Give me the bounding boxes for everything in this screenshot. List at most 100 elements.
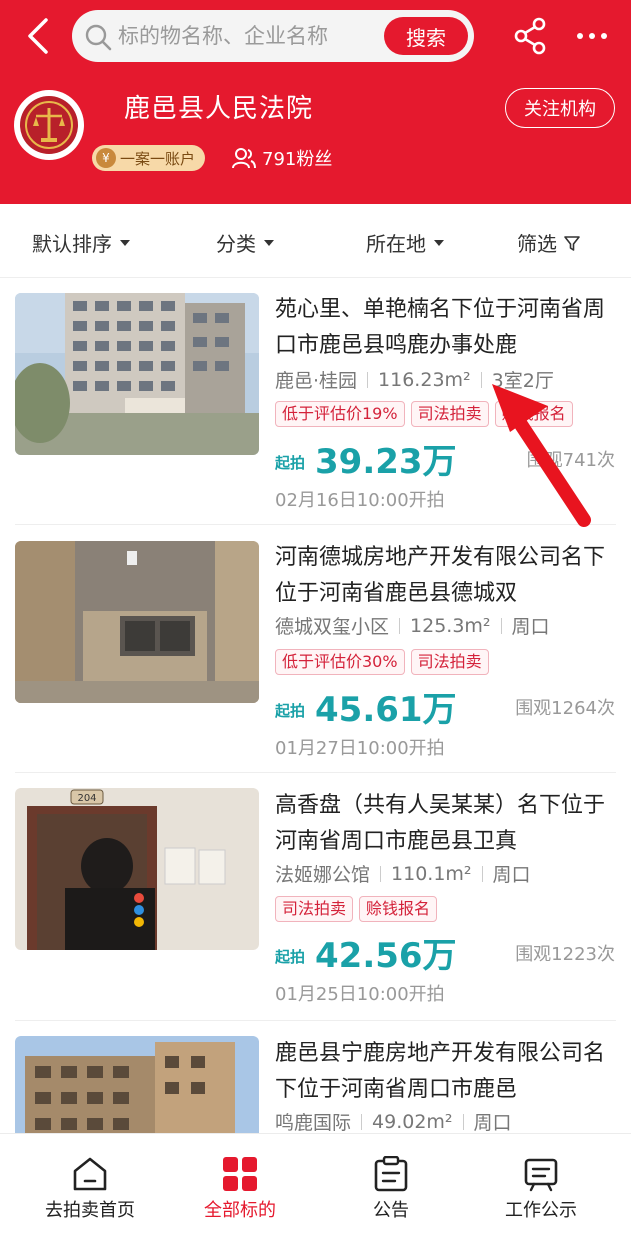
listing-photo-doorway bbox=[15, 541, 259, 703]
price-row: 起拍 39.23万 围观741次 bbox=[275, 434, 615, 482]
follow-button[interactable]: 关注机构 bbox=[505, 88, 615, 128]
tab-label: 工作公示 bbox=[505, 1200, 577, 1221]
start-price: 45.61万 bbox=[315, 690, 457, 730]
separator bbox=[480, 371, 482, 388]
tag-below-valuation: 低于评估价19% bbox=[275, 401, 405, 427]
filter-screen[interactable]: 筛选 bbox=[517, 228, 581, 257]
listing-community: 德城双玺小区 bbox=[275, 616, 390, 638]
tag-credit-signup: 赊钱报名 bbox=[494, 401, 573, 427]
tag-below-valuation: 低于评估价30% bbox=[275, 649, 405, 675]
listing-city: 周口 bbox=[473, 1112, 512, 1133]
filter-sort[interactable]: 默认排序 bbox=[32, 228, 130, 257]
fans-label: 791粉丝 bbox=[262, 149, 333, 170]
listing-layout: 3室2厅 bbox=[491, 370, 554, 392]
listing-area: 125.3m² bbox=[410, 614, 491, 637]
notice-board-icon bbox=[524, 1158, 558, 1192]
user-icon bbox=[232, 148, 256, 169]
tab-work-notices[interactable]: 工作公示 bbox=[466, 1134, 616, 1233]
tag-judicial-auction: 司法拍卖 bbox=[275, 896, 354, 922]
start-label: 起拍 bbox=[275, 948, 306, 966]
divider bbox=[15, 1020, 616, 1021]
separator bbox=[380, 865, 382, 882]
listing-meta: 鸣鹿国际 49.02m² 周口 bbox=[275, 1108, 512, 1134]
listing-card[interactable]: 鹿邑县宁鹿房地产开发有限公司名下位于河南省周口市鹿邑 鸣鹿国际 49.02m² … bbox=[0, 1022, 631, 1133]
listing-meta: 法姬娜公馆 110.1m² 周口 bbox=[275, 860, 531, 887]
yen-coin-icon: ¥ bbox=[96, 148, 116, 168]
listing-photo-apartment bbox=[15, 293, 259, 455]
auction-date: 02月16日10:00开拍 bbox=[275, 490, 445, 511]
listing-tags: 司法拍卖 赊钱报名 bbox=[275, 896, 438, 922]
filter-sort-label: 默认排序 bbox=[32, 232, 112, 256]
start-price: 42.56万 bbox=[315, 936, 457, 976]
dropdown-triangle-icon bbox=[434, 239, 444, 246]
search-input[interactable] bbox=[118, 18, 368, 54]
court-name: 鹿邑县人民法院 bbox=[124, 94, 314, 124]
listing-city: 周口 bbox=[511, 616, 550, 638]
tag-credit-signup: 赊钱报名 bbox=[359, 896, 438, 922]
listing-area: 49.02m² bbox=[372, 1110, 453, 1133]
back-arrow-icon[interactable] bbox=[22, 16, 58, 56]
bottom-tab-bar: 去拍卖首页 全部标的 公告 工作公示 bbox=[0, 1133, 631, 1233]
listing-card[interactable]: 204 高香盘（共有人吴某某）名下位于河南省周口市鹿邑县卫真 法姬娜公馆 110… bbox=[0, 774, 631, 1022]
share-icon[interactable] bbox=[512, 16, 548, 56]
court-emblem-logo bbox=[14, 90, 84, 160]
separator bbox=[367, 371, 369, 388]
tab-announcements[interactable]: 公告 bbox=[316, 1134, 466, 1233]
tab-all-items[interactable]: 全部标的 bbox=[165, 1134, 315, 1233]
listing-tags: 低于评估价19% 司法拍卖 赊钱报名 bbox=[275, 401, 573, 427]
filter-location[interactable]: 所在地 bbox=[366, 228, 444, 257]
start-price: 39.23万 bbox=[315, 442, 457, 482]
funnel-icon bbox=[564, 235, 580, 251]
more-options-icon[interactable] bbox=[572, 18, 612, 54]
auction-date: 01月27日10:00开拍 bbox=[275, 738, 445, 759]
filter-location-label: 所在地 bbox=[366, 232, 426, 256]
listing-area: 110.1m² bbox=[391, 862, 472, 885]
filter-screen-label: 筛选 bbox=[517, 232, 557, 256]
dropdown-triangle-icon bbox=[120, 239, 130, 246]
separator bbox=[399, 617, 401, 634]
separator bbox=[481, 865, 483, 882]
start-label: 起拍 bbox=[275, 702, 306, 720]
auction-date: 01月25日10:00开拍 bbox=[275, 984, 445, 1005]
listing-title[interactable]: 河南德城房地产开发有限公司名下位于河南省鹿邑县德城双 bbox=[275, 540, 615, 612]
listing-photo-door: 204 bbox=[15, 788, 259, 950]
announcement-icon bbox=[374, 1156, 408, 1192]
account-badge[interactable]: ¥ 一案一账户 bbox=[92, 145, 206, 171]
listing-community: 法姬娜公馆 bbox=[275, 864, 371, 886]
listing-community: 鸣鹿国际 bbox=[275, 1112, 352, 1133]
tab-label: 公告 bbox=[373, 1200, 409, 1221]
search-button[interactable]: 搜索 bbox=[384, 17, 468, 55]
search-bar: 搜索 bbox=[72, 10, 474, 62]
listing-card[interactable]: 苑心里、单艳楠名下位于河南省周口市鹿邑县鸣鹿办事处鹿 鹿邑·桂园 116.23m… bbox=[0, 278, 631, 526]
start-label: 起拍 bbox=[275, 454, 306, 472]
filter-category[interactable]: 分类 bbox=[216, 228, 274, 257]
tab-label: 去拍卖首页 bbox=[45, 1200, 135, 1221]
search-icon bbox=[85, 24, 112, 51]
door-number: 204 bbox=[77, 793, 96, 804]
view-count: 围观1223次 bbox=[515, 944, 615, 965]
home-icon bbox=[73, 1157, 107, 1191]
badge-label: 一案一账户 bbox=[120, 149, 196, 168]
listing-title[interactable]: 高香盘（共有人吴某某）名下位于河南省周口市鹿邑县卫真 bbox=[275, 788, 615, 860]
tab-label: 全部标的 bbox=[204, 1200, 276, 1221]
listing-area: 116.23m² bbox=[378, 368, 471, 391]
listing-title[interactable]: 鹿邑县宁鹿房地产开发有限公司名下位于河南省周口市鹿邑 bbox=[275, 1036, 615, 1108]
price-row: 起拍 42.56万 围观1223次 bbox=[275, 928, 615, 976]
listing-card[interactable]: 河南德城房地产开发有限公司名下位于河南省鹿邑县德城双 德城双玺小区 125.3m… bbox=[0, 526, 631, 774]
separator bbox=[361, 1113, 363, 1130]
listing-tags: 低于评估价30% 司法拍卖 bbox=[275, 649, 489, 675]
header: 搜索 鹿邑县人民法院 关注机构 ¥ 一案一账户 791粉丝 bbox=[0, 0, 631, 204]
separator bbox=[462, 1113, 464, 1130]
filter-bar: 默认排序 分类 所在地 筛选 bbox=[0, 204, 631, 278]
view-count: 围观741次 bbox=[526, 450, 615, 471]
listing-title[interactable]: 苑心里、单艳楠名下位于河南省周口市鹿邑县鸣鹿办事处鹿 bbox=[275, 292, 615, 364]
tag-judicial-auction: 司法拍卖 bbox=[410, 649, 489, 675]
listing-meta: 鹿邑·桂园 116.23m² 3室2厅 bbox=[275, 366, 554, 393]
tab-auction-home[interactable]: 去拍卖首页 bbox=[15, 1134, 165, 1233]
listing-meta: 德城双玺小区 125.3m² 周口 bbox=[275, 612, 550, 639]
view-count: 围观1264次 bbox=[515, 698, 615, 719]
dropdown-triangle-icon bbox=[264, 239, 274, 246]
filter-category-label: 分类 bbox=[216, 232, 256, 256]
tag-judicial-auction: 司法拍卖 bbox=[410, 401, 489, 427]
fans-count: 791粉丝 bbox=[232, 145, 332, 171]
